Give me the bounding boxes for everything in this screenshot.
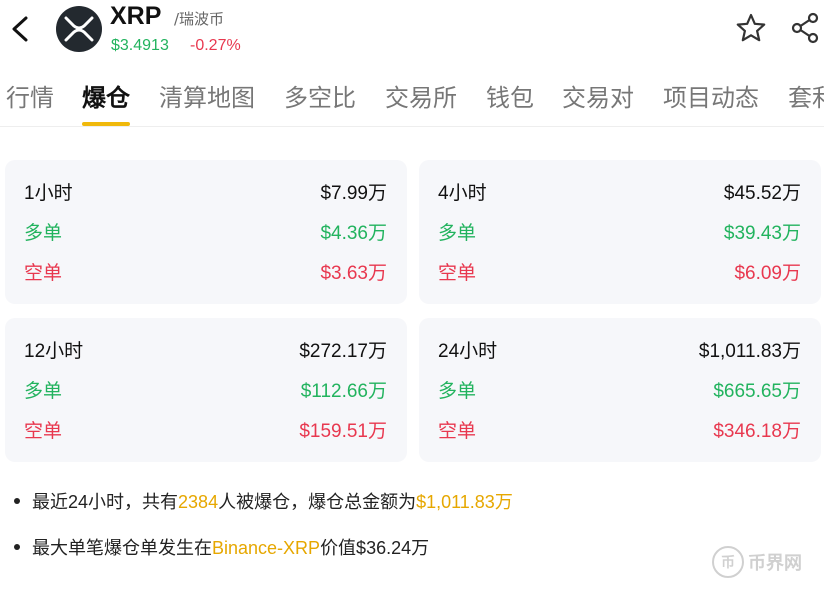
short-value: $6.09万 <box>734 263 801 284</box>
long-label: 多单 <box>438 223 477 244</box>
long-value: $112.66万 <box>300 381 387 402</box>
back-arrow-icon[interactable] <box>8 14 32 44</box>
short-label: 空单 <box>438 421 477 442</box>
tab-wallet[interactable]: 钱包 <box>486 78 534 113</box>
coin-name: /瑞波币 <box>174 10 225 28</box>
coin-symbol: XRP <box>110 2 162 30</box>
long-label: 多单 <box>438 381 477 402</box>
summary-text: 人被爆仓，爆仓总金额为 <box>218 492 417 512</box>
liquidated-amount: $1,011.83万 <box>416 492 513 512</box>
tab-arbitrage[interactable]: 套利 <box>788 78 824 113</box>
star-icon[interactable] <box>735 12 767 44</box>
tab-project-news[interactable]: 项目动态 <box>663 78 759 113</box>
card-total: $45.52万 <box>723 183 801 204</box>
tab-market[interactable]: 行情 <box>6 78 54 113</box>
card-period: 4小时 <box>438 183 487 204</box>
card-period: 24小时 <box>438 341 498 362</box>
card-total: $272.17万 <box>299 341 387 362</box>
liquidation-card-4h: 4小时 $45.52万 多单 $39.43万 空单 $6.09万 <box>419 160 821 304</box>
watermark-text: 币界网 <box>748 553 802 574</box>
price-change: -0.27% <box>190 37 241 54</box>
short-label: 空单 <box>24 421 63 442</box>
short-value: $346.18万 <box>713 421 801 442</box>
summary-item: 最近24小时，共有2384人被爆仓，爆仓总金额为$1,011.83万 <box>14 488 513 518</box>
long-value: $4.36万 <box>320 223 387 244</box>
share-icon[interactable] <box>790 12 820 44</box>
tab-exchanges[interactable]: 交易所 <box>385 78 457 113</box>
coin-header: XRP /瑞波币 $3.4913 -0.27% <box>0 0 824 62</box>
card-period: 1小时 <box>24 183 73 204</box>
bullet-dot <box>14 544 20 550</box>
summary-list: 最近24小时，共有2384人被爆仓，爆仓总金额为$1,011.83万 最大单笔爆… <box>14 488 513 580</box>
summary-text: 价值$36.24万 <box>320 538 430 558</box>
long-value: $665.65万 <box>713 381 801 402</box>
bullet-dot <box>14 498 20 504</box>
long-label: 多单 <box>24 381 63 402</box>
liquidation-card-12h: 12小时 $272.17万 多单 $112.66万 空单 $159.51万 <box>5 318 407 462</box>
xrp-logo-icon <box>56 6 102 52</box>
long-value: $39.43万 <box>723 223 801 244</box>
summary-item: 最大单笔爆仓单发生在Binance-XRP价值$36.24万 <box>14 534 513 564</box>
long-label: 多单 <box>24 223 63 244</box>
short-value: $3.63万 <box>320 263 387 284</box>
active-tab-indicator <box>82 122 130 126</box>
short-value: $159.51万 <box>299 421 387 442</box>
exchange-link[interactable]: Binance-XRP <box>212 538 320 558</box>
liquidation-card-1h: 1小时 $7.99万 多单 $4.36万 空单 $3.63万 <box>5 160 407 304</box>
tab-bar: 行情 爆仓 清算地图 多空比 交易所 钱包 交易对 项目动态 套利 <box>0 70 824 127</box>
card-total: $7.99万 <box>320 183 387 204</box>
liquidation-card-24h: 24小时 $1,011.83万 多单 $665.65万 空单 $346.18万 <box>419 318 821 462</box>
card-period: 12小时 <box>24 341 84 362</box>
card-total: $1,011.83万 <box>698 341 801 362</box>
tab-liquidation[interactable]: 爆仓 <box>82 78 130 113</box>
tab-long-short-ratio[interactable]: 多空比 <box>284 78 356 113</box>
watermark-logo-icon: 币 <box>712 546 744 578</box>
tab-trading-pairs[interactable]: 交易对 <box>562 78 634 113</box>
summary-text: 最大单笔爆仓单发生在 <box>32 538 212 558</box>
liquidated-count: 2384 <box>178 492 219 512</box>
summary-text: 最近24小时，共有 <box>32 492 179 512</box>
tab-liquidation-map[interactable]: 清算地图 <box>159 78 255 113</box>
short-label: 空单 <box>438 263 477 284</box>
watermark: 币 币界网 <box>712 546 802 578</box>
short-label: 空单 <box>24 263 63 284</box>
coin-price: $3.4913 <box>111 37 169 54</box>
